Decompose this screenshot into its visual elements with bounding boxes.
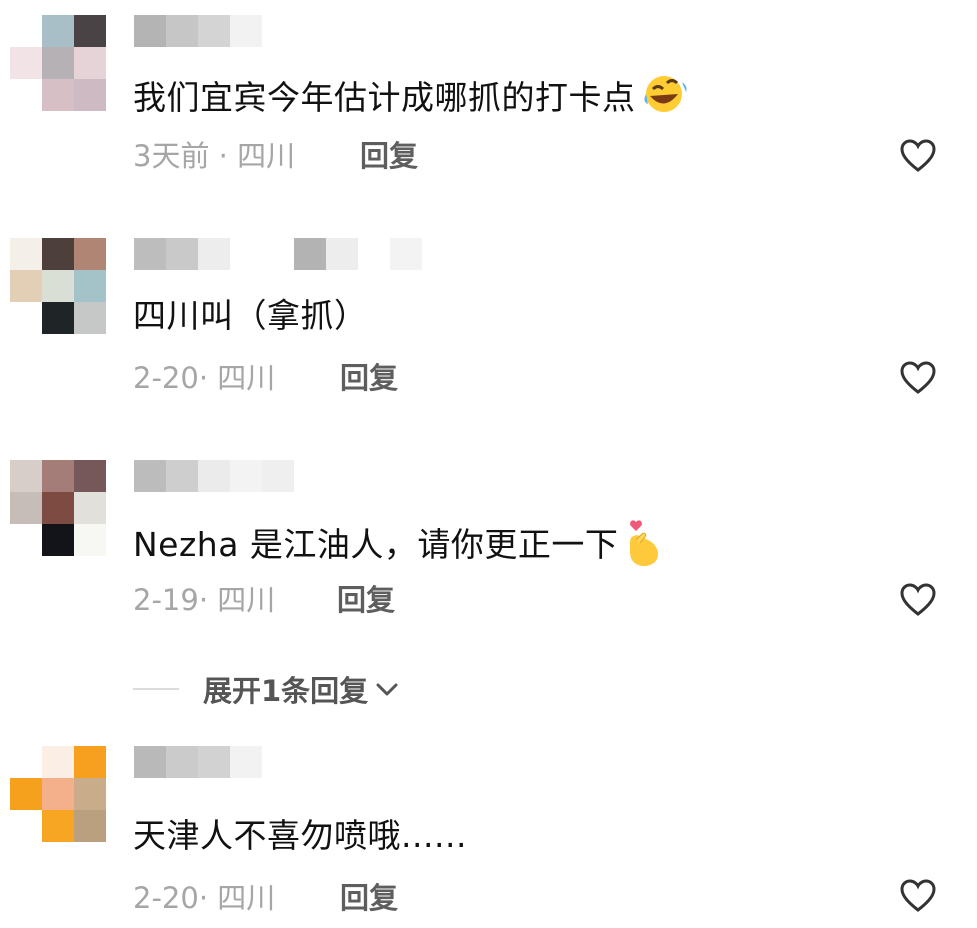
avatar[interactable] <box>10 15 106 111</box>
comment-text: 天津人不喜勿喷哦...... <box>133 816 467 855</box>
comment-meta: 2-20· 四川 <box>133 361 276 395</box>
heart-hands-emoji <box>622 516 664 577</box>
avatar[interactable] <box>10 460 106 556</box>
like-heart-icon[interactable] <box>899 878 937 914</box>
comment-meta: 2-19· 四川 <box>133 583 276 617</box>
chevron-down-icon <box>376 683 398 696</box>
username-blurred[interactable] <box>134 746 262 778</box>
comment-meta: 2-20· 四川 <box>133 881 276 915</box>
reply-button[interactable]: 回复 <box>360 138 418 174</box>
reply-button[interactable]: 回复 <box>337 582 395 618</box>
like-heart-icon[interactable] <box>899 582 937 618</box>
comment-text: 我们宜宾今年估计成哪抓的打卡点 <box>133 72 688 127</box>
comment-meta: 3天前 · 四川 <box>133 139 296 173</box>
username-blurred[interactable] <box>134 238 422 270</box>
reply-button[interactable]: 回复 <box>340 880 398 916</box>
username-blurred[interactable] <box>134 460 294 492</box>
rofl-emoji <box>640 72 688 127</box>
reply-button[interactable]: 回复 <box>340 360 398 396</box>
comment-text: Nezha 是江油人，请你更正一下 <box>133 516 664 577</box>
expand-replies-label: 展开1条回复 <box>203 674 369 708</box>
divider-line <box>133 688 179 690</box>
avatar[interactable] <box>10 746 106 842</box>
avatar[interactable] <box>10 238 106 334</box>
username-blurred[interactable] <box>134 15 262 47</box>
like-heart-icon[interactable] <box>899 360 937 396</box>
expand-replies-button[interactable]: 展开1条回复 <box>133 668 400 710</box>
comment-text: 四川叫（拿抓） <box>133 296 368 335</box>
like-heart-icon[interactable] <box>899 138 937 174</box>
